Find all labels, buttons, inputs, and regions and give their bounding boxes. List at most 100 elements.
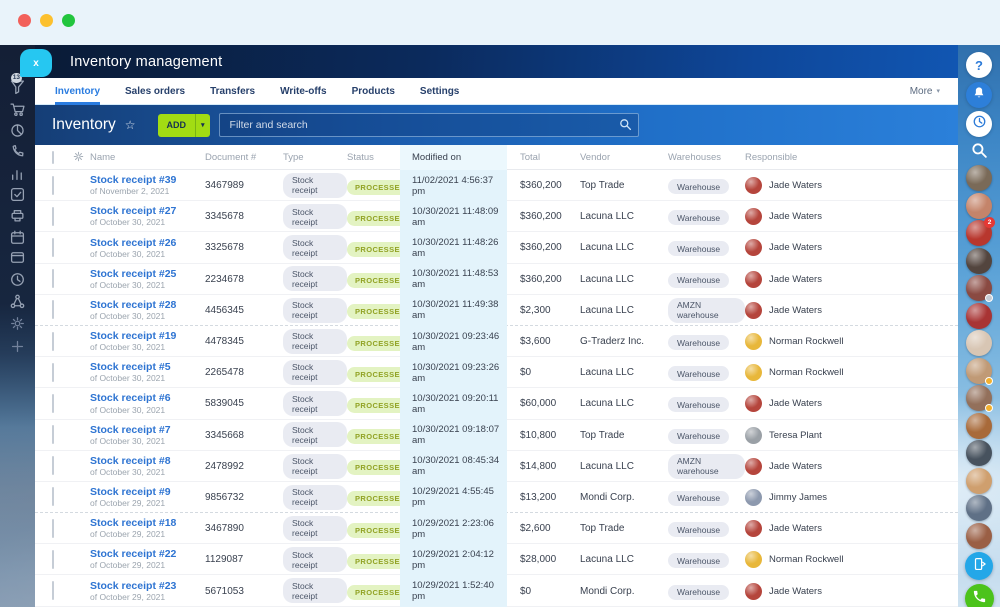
user-avatar[interactable] <box>966 468 992 494</box>
responsible-name[interactable]: Jade Waters <box>769 305 822 316</box>
user-avatar[interactable] <box>966 330 992 356</box>
document-link[interactable]: Stock receipt #39 <box>90 174 205 186</box>
row-checkbox[interactable] <box>35 488 71 506</box>
sidebar-item-printer-icon[interactable] <box>0 208 35 223</box>
traffic-light-zoom-icon[interactable] <box>62 14 75 27</box>
document-link[interactable]: Stock receipt #28 <box>90 299 205 311</box>
document-link[interactable]: Stock receipt #22 <box>90 548 205 560</box>
responsible-name[interactable]: Norman Rockwell <box>769 367 843 378</box>
row-checkbox[interactable] <box>35 551 71 569</box>
document-link[interactable]: Stock receipt #26 <box>90 237 205 249</box>
user-avatar[interactable] <box>966 248 992 274</box>
document-link[interactable]: Stock receipt #27 <box>90 205 205 217</box>
document-link[interactable]: Stock receipt #23 <box>90 580 205 592</box>
column-header-vendor[interactable]: Vendor <box>580 152 665 163</box>
tab-settings[interactable]: Settings <box>420 78 459 105</box>
user-avatar[interactable] <box>966 385 992 411</box>
responsible-name[interactable]: Jade Waters <box>769 180 822 191</box>
user-avatar[interactable] <box>966 165 992 191</box>
sidebar-item-network-icon[interactable] <box>0 294 35 309</box>
user-avatar[interactable]: 2 <box>966 220 992 246</box>
responsible-name[interactable]: Jade Waters <box>769 211 822 222</box>
responsible-name[interactable]: Norman Rockwell <box>769 554 843 565</box>
document-link[interactable]: Stock receipt #19 <box>90 330 205 342</box>
responsible-name[interactable]: Jimmy James <box>769 492 827 503</box>
document-link[interactable]: Stock receipt #7 <box>90 424 205 436</box>
sidebar-item-chart-icon[interactable] <box>0 166 35 181</box>
document-link[interactable]: Stock receipt #9 <box>90 486 205 498</box>
traffic-light-close-icon[interactable] <box>18 14 31 27</box>
row-checkbox[interactable] <box>35 239 71 257</box>
sidebar-item-window-icon[interactable] <box>0 250 35 265</box>
responsible-name[interactable]: Teresa Plant <box>769 430 822 441</box>
notifications-button[interactable] <box>966 82 992 108</box>
row-checkbox[interactable] <box>35 457 71 475</box>
row-checkbox[interactable] <box>35 582 71 600</box>
search-icon[interactable] <box>619 118 632 136</box>
user-avatar[interactable] <box>966 495 992 521</box>
user-avatar[interactable] <box>966 523 992 549</box>
row-checkbox[interactable] <box>35 301 71 319</box>
row-checkbox[interactable] <box>35 177 71 195</box>
row-checkbox[interactable] <box>35 520 71 538</box>
more-menu[interactable]: More ▾ <box>910 86 940 97</box>
sidebar-item-tasks-icon[interactable] <box>0 187 35 202</box>
column-header-document-[interactable]: Document # <box>205 152 283 163</box>
sidebar-item-phone-icon[interactable] <box>0 144 35 159</box>
responsible-name[interactable]: Norman Rockwell <box>769 336 843 347</box>
chevron-down-icon[interactable]: ▾ <box>196 121 210 129</box>
column-header-responsible[interactable]: Responsible <box>745 152 958 163</box>
search-input[interactable] <box>219 113 639 137</box>
sidebar-item-filter-icon[interactable]: 13 <box>0 79 35 94</box>
responsible-name[interactable]: Jade Waters <box>769 523 822 534</box>
row-checkbox[interactable] <box>35 364 71 382</box>
traffic-light-minimize-icon[interactable] <box>40 14 53 27</box>
document-link[interactable]: Stock receipt #6 <box>90 392 205 404</box>
sidebar-item-sales-icon[interactable] <box>0 123 35 138</box>
responsible-name[interactable]: Jade Waters <box>769 242 822 253</box>
responsible-name[interactable]: Jade Waters <box>769 274 822 285</box>
column-header-modified-on[interactable]: Modified on <box>400 145 507 170</box>
document-link[interactable]: Stock receipt #18 <box>90 517 205 529</box>
sidebar-item-gear-icon[interactable] <box>0 316 35 331</box>
tab-transfers[interactable]: Transfers <box>210 78 255 105</box>
help-button[interactable]: ? <box>966 52 992 78</box>
sidebar-item-plus-icon[interactable] <box>0 339 35 354</box>
responsible-name[interactable]: Jade Waters <box>769 398 822 409</box>
column-header-type[interactable]: Type <box>283 152 347 163</box>
sidebar-item-cart-icon[interactable] <box>0 102 35 117</box>
user-avatar[interactable] <box>966 413 992 439</box>
select-all-checkbox[interactable] <box>35 152 71 163</box>
sidebar-item-clock-icon[interactable] <box>0 272 35 287</box>
user-avatar[interactable] <box>966 358 992 384</box>
column-settings-gear-icon[interactable] <box>73 151 90 165</box>
column-header-total[interactable]: Total <box>507 152 580 163</box>
sidebar-item-calendar-icon[interactable] <box>0 230 35 245</box>
star-icon[interactable]: ☆ <box>125 118 136 132</box>
user-avatar[interactable] <box>966 275 992 301</box>
tab-products[interactable]: Products <box>352 78 395 105</box>
row-checkbox[interactable] <box>35 270 71 288</box>
global-search-button[interactable] <box>971 144 988 162</box>
tab-sales-orders[interactable]: Sales orders <box>125 78 185 105</box>
row-checkbox[interactable] <box>35 426 71 444</box>
column-header-warehouses[interactable]: Warehouses <box>665 152 745 163</box>
row-checkbox[interactable] <box>35 395 71 413</box>
tab-inventory[interactable]: Inventory <box>55 78 100 105</box>
screen-share-button[interactable] <box>965 552 993 580</box>
user-avatar[interactable] <box>966 193 992 219</box>
user-avatar[interactable] <box>966 440 992 466</box>
row-checkbox[interactable] <box>35 333 71 351</box>
responsible-name[interactable]: Jade Waters <box>769 586 822 597</box>
add-button[interactable]: ADD ▾ <box>158 114 210 137</box>
close-tab-button[interactable]: x <box>20 49 52 77</box>
user-avatar[interactable] <box>966 303 992 329</box>
document-link[interactable]: Stock receipt #5 <box>90 361 205 373</box>
column-header-status[interactable]: Status <box>347 152 400 163</box>
column-header-name[interactable]: Name <box>90 152 205 163</box>
responsible-name[interactable]: Jade Waters <box>769 461 822 472</box>
row-checkbox[interactable] <box>35 208 71 226</box>
history-button[interactable] <box>966 111 992 137</box>
document-link[interactable]: Stock receipt #25 <box>90 268 205 280</box>
document-link[interactable]: Stock receipt #8 <box>90 455 205 467</box>
